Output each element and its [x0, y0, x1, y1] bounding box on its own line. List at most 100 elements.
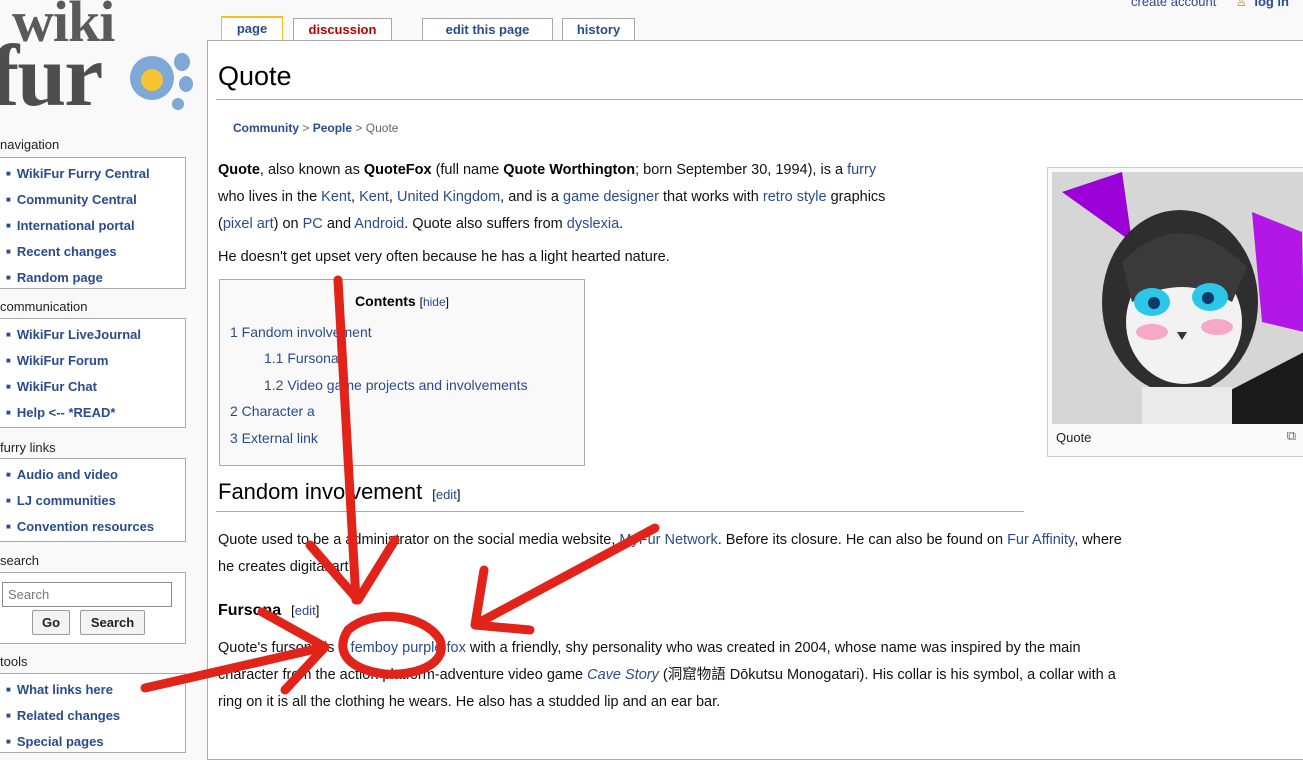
communication-portlet: WikiFur LiveJournal WikiFur Forum WikiFu… [0, 318, 186, 428]
comm-item-livejournal[interactable]: WikiFur LiveJournal [6, 323, 185, 349]
go-button[interactable]: Go [32, 610, 70, 635]
search-button[interactable]: Search [80, 610, 145, 635]
text: with a friendly, shy personality who was… [465, 640, 1081, 656]
text: graphics [826, 189, 886, 205]
fandom-paragraph: Quote used to be a administrator on the … [218, 527, 1303, 581]
table-of-contents: Contents [hide] 1 Fandom involvement 1.1… [219, 279, 585, 466]
breadcrumb-people[interactable]: People [313, 121, 352, 135]
text: that works with [658, 189, 763, 205]
text: , and is a [500, 189, 564, 205]
nav-item-random-page[interactable]: Random page [6, 266, 185, 292]
link-dyslexia[interactable]: dyslexia [567, 216, 619, 232]
heading-text: Fandom involvement [218, 479, 423, 504]
edit-link-fandom[interactable]: edit [436, 487, 457, 502]
link-pc[interactable]: PC [303, 216, 323, 232]
wikifur-logo[interactable]: wiki fur [0, 0, 200, 128]
logo-text-bottom: fur [0, 28, 103, 125]
link-pixel-art[interactable]: pixel art [223, 216, 274, 232]
text: (洞窟物語 Dōkutsu Monogatari). His collar is… [658, 667, 1116, 683]
breadcrumb-community[interactable]: Community [233, 121, 299, 135]
tab-discussion[interactable]: discussion [293, 18, 392, 41]
link-femboy[interactable]: femboy [351, 640, 399, 656]
tools-item-related-changes[interactable]: Related changes [6, 704, 185, 730]
text: , where [1074, 532, 1122, 548]
navigation-title: navigation [0, 137, 60, 152]
breadcrumb-sep: > [302, 121, 310, 135]
link-united-kingdom[interactable]: United Kingdom [397, 189, 500, 205]
thumbnail: Quote ⧉ [1047, 167, 1303, 457]
toc-item-character[interactable]: 2 Character a [230, 403, 315, 419]
edit-section-fursona: [edit] [291, 603, 319, 618]
tab-history[interactable]: history [562, 18, 635, 41]
heading-fursona: Fursona [edit] [218, 602, 319, 620]
link-android[interactable]: Android [354, 216, 404, 232]
paw-icon [130, 53, 193, 110]
furry-item-convention-resources[interactable]: Convention resources [6, 515, 185, 541]
text: Quote's fursona is a [218, 640, 351, 656]
intro-paragraph: Quote, also known as QuoteFox (full name… [218, 157, 1038, 238]
text: ring on it is all the clothing he wears.… [218, 694, 721, 710]
breadcrumb-sep: > [355, 121, 363, 135]
tab-page[interactable]: page [221, 16, 283, 40]
link-game-designer[interactable]: game designer [563, 189, 659, 205]
link-fur-affinity[interactable]: Fur Affinity [1007, 532, 1074, 548]
login-link[interactable]: log in [1254, 0, 1289, 9]
text: Quote used to be a administrator on the … [218, 532, 620, 548]
furry-item-lj-communities[interactable]: LJ communities [6, 489, 185, 515]
bracket: ] [456, 487, 461, 502]
second-paragraph: He doesn't get upset very often because … [218, 249, 670, 265]
text: . Before its closure. He can also be fou… [717, 532, 1008, 548]
create-account-link[interactable]: create account [1131, 0, 1216, 9]
bracket: ] [315, 603, 320, 618]
nav-item-international-portal[interactable]: International portal [6, 214, 185, 240]
text: , [388, 189, 397, 205]
text: , [351, 189, 360, 205]
text: . [619, 216, 624, 232]
comm-item-chat[interactable]: WikiFur Chat [6, 375, 185, 401]
search-input[interactable] [2, 582, 172, 607]
text: ; born September 30, 1994), is a [635, 162, 848, 178]
toc-header: Contents [hide] [220, 293, 584, 309]
edit-link-fursona[interactable]: edit [295, 603, 316, 618]
toc-item-fursona[interactable]: 1.1 Fursona [264, 350, 339, 366]
page-title: Quote [218, 61, 292, 91]
link-kent[interactable]: Kent [321, 189, 351, 205]
link-myfur[interactable]: MyFur Network [619, 532, 717, 548]
nav-item-community-central[interactable]: Community Central [6, 188, 185, 214]
communication-title: communication [0, 299, 88, 314]
bracket: ] [445, 295, 449, 309]
comm-item-help[interactable]: Help <-- *READ* [6, 401, 185, 427]
thumb-caption: Quote [1056, 430, 1092, 445]
full-name: Quote Worthington [503, 162, 636, 178]
furry-links-portlet: Audio and video LJ communities Conventio… [0, 458, 186, 542]
toc-hide-wrapper: [hide] [420, 295, 449, 309]
link-cave-story[interactable]: Cave Story [587, 667, 659, 683]
text: he creates digital art. [218, 559, 353, 575]
comm-item-forum[interactable]: WikiFur Forum [6, 349, 185, 375]
toc-item-fandom[interactable]: 1 Fandom involvement [230, 324, 372, 340]
content-area: Quote Community > People > Quote Quote, … [207, 40, 1303, 760]
character-image[interactable] [1052, 172, 1303, 424]
heading-fandom: Fandom involvement [edit] [218, 479, 460, 505]
user-icon: ♙ [1235, 0, 1247, 9]
tools-item-special-pages[interactable]: Special pages [6, 730, 185, 756]
furry-item-audio-video[interactable]: Audio and video [6, 463, 185, 489]
link-retro-style[interactable]: retro style [763, 189, 827, 205]
text: and [322, 216, 355, 232]
tab-edit[interactable]: edit this page [422, 18, 553, 41]
tools-title: tools [0, 654, 28, 669]
toc-item-video-game[interactable]: 1.2 Video game projects and involvements [264, 377, 528, 393]
toc-item-external-links[interactable]: 3 External link [230, 430, 318, 446]
link-purple-fox[interactable]: purple fox [402, 640, 466, 656]
tools-item-what-links-here[interactable]: What links here [6, 678, 185, 704]
edit-section-fandom: [edit] [432, 487, 460, 502]
heading-text: Fursona [218, 602, 282, 619]
nav-item-recent-changes[interactable]: Recent changes [6, 240, 185, 266]
text: (full name [431, 162, 504, 178]
link-kent-county[interactable]: Kent [359, 189, 389, 205]
tools-portlet: What links here Related changes Special … [0, 673, 186, 753]
toc-hide-link[interactable]: hide [423, 295, 446, 309]
magnify-icon[interactable]: ⧉ [1287, 428, 1296, 444]
nav-item-furry-central[interactable]: WikiFur Furry Central [6, 162, 185, 188]
link-furry[interactable]: furry [847, 162, 876, 178]
